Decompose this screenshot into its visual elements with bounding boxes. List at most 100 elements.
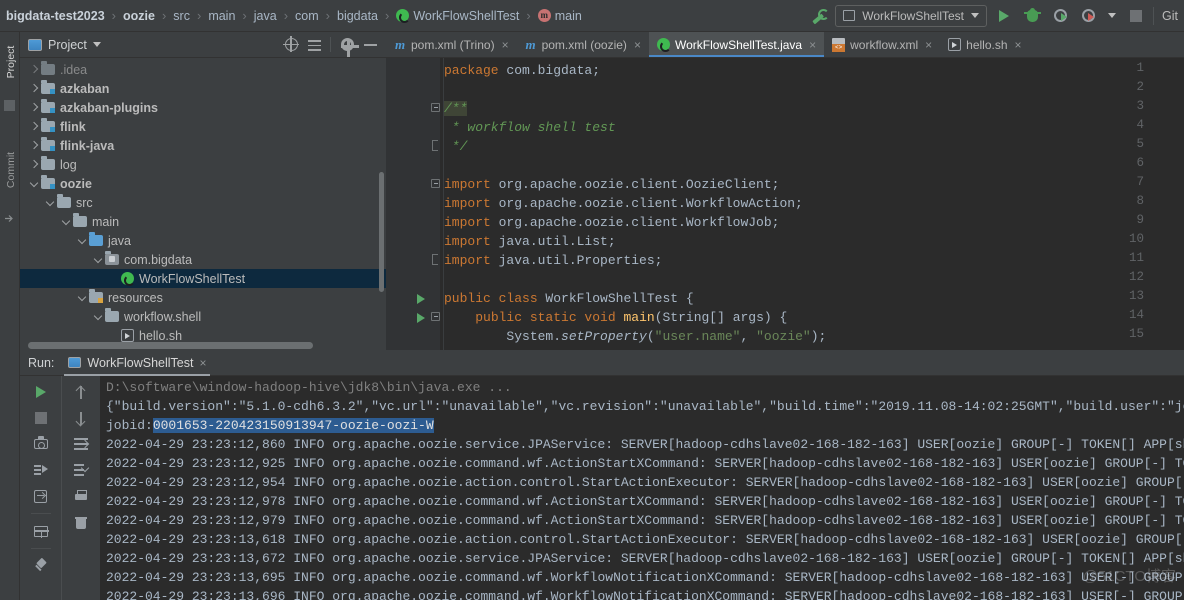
editor-tab-bar[interactable]: m pom.xml (Trino) × m pom.xml (oozie) × WorkFl…	[386, 32, 1184, 58]
clear-all-icon[interactable]	[68, 510, 94, 534]
print-icon[interactable]	[68, 484, 94, 508]
breadcrumb-item-java[interactable]: java	[252, 9, 279, 23]
editor-tab-workflow-xml[interactable]: workflow.xml ×	[824, 32, 940, 57]
console-line[interactable]: 2022-04-29 23:23:12,979 INFO org.apache.…	[106, 511, 1184, 530]
code-line[interactable]: */	[444, 137, 468, 156]
sidebar-item-commit[interactable]: Commit	[5, 143, 17, 197]
fold-collapse-icon[interactable]	[431, 103, 440, 112]
sidebar-item-project[interactable]: Project	[5, 35, 17, 89]
run-icon[interactable]	[28, 380, 54, 404]
chevron-right-icon[interactable]	[28, 64, 39, 75]
breadcrumb[interactable]: bigdata-test2023 › oozie › src › main › java › com…	[0, 0, 584, 31]
tree-item-com-bigdata[interactable]: com.bigdata	[20, 250, 386, 269]
tree-item-azkaban-plugins[interactable]: azkaban-plugins	[20, 98, 386, 117]
tree-item-resources[interactable]: resources	[20, 288, 386, 307]
breadcrumb-item-main[interactable]: m main	[536, 9, 584, 23]
tree-item-java[interactable]: java	[20, 231, 386, 250]
code-line[interactable]: import java.util.List;	[444, 232, 616, 251]
console-line[interactable]: 2022-04-29 23:23:13,695 INFO org.apache.…	[106, 568, 1184, 587]
close-icon[interactable]: ×	[1015, 38, 1022, 52]
code-line[interactable]: package com.bigdata;	[444, 61, 600, 80]
editor-tab-hello-sh[interactable]: hello.sh ×	[940, 32, 1029, 57]
console-line[interactable]: 2022-04-29 23:23:13,696 INFO org.apache.…	[106, 587, 1184, 600]
tree-item-main[interactable]: main	[20, 212, 386, 231]
tree-item-workflow-shell[interactable]: workflow.shell	[20, 307, 386, 326]
chevron-right-icon[interactable]	[28, 121, 39, 132]
chevron-down-icon[interactable]	[76, 292, 87, 303]
breadcrumb-item-src[interactable]: src	[171, 9, 192, 23]
code-line[interactable]: public class WorkFlowShellTest {	[444, 289, 694, 308]
run-icon[interactable]	[993, 5, 1015, 27]
scroll-up-icon[interactable]	[68, 380, 94, 404]
chevron-down-icon[interactable]	[92, 42, 101, 47]
breadcrumb-item-oozie[interactable]: oozie	[121, 9, 157, 23]
tree-item-log[interactable]: log	[20, 155, 386, 174]
chevron-right-icon[interactable]	[28, 159, 39, 170]
code-line[interactable]: import org.apache.oozie.client.WorkflowJ…	[444, 213, 779, 232]
console-selected-text[interactable]: 0001653-220423150913947-oozie-oozi-W	[152, 418, 434, 433]
camera-icon[interactable]	[28, 432, 54, 456]
breadcrumb-item-workflowshelltest[interactable]: WorkFlowShellTest	[394, 9, 521, 23]
profiler-icon[interactable]	[1077, 5, 1099, 27]
run-configuration-selector[interactable]: WorkFlowShellTest	[835, 4, 988, 27]
tree-item-azkaban[interactable]: azkaban	[20, 79, 386, 98]
tree-item-oozie[interactable]: oozie	[20, 174, 386, 193]
chevron-down-icon[interactable]	[44, 197, 55, 208]
console-line[interactable]: 2022-04-29 23:23:13,618 INFO org.apache.…	[106, 530, 1184, 549]
profiler-chevron-down-icon[interactable]	[1105, 5, 1119, 27]
code-line[interactable]: System.setProperty("user.name", "oozie")…	[444, 327, 826, 346]
breadcrumb-item-main[interactable]: main	[206, 9, 237, 23]
chevron-right-icon[interactable]	[28, 102, 39, 113]
locate-icon[interactable]	[281, 35, 301, 55]
breadcrumb-item-bigdata[interactable]: bigdata	[335, 9, 380, 23]
export-icon[interactable]	[28, 484, 54, 508]
code-line[interactable]: import java.util.Properties;	[444, 251, 662, 270]
chevron-down-icon[interactable]	[28, 178, 39, 189]
fold-collapse-icon[interactable]	[431, 179, 440, 188]
chevron-down-icon[interactable]	[60, 216, 71, 227]
pin-icon[interactable]	[28, 554, 54, 578]
hide-icon[interactable]	[360, 35, 380, 55]
close-icon[interactable]: ×	[199, 356, 206, 370]
stop-icon[interactable]	[28, 406, 54, 430]
breadcrumb-item-com[interactable]: com	[293, 9, 321, 23]
editor-gutter[interactable]	[386, 58, 440, 350]
breadcrumb-item-bigdata-test2023[interactable]: bigdata-test2023	[4, 9, 107, 23]
fold-collapse-icon[interactable]	[431, 312, 440, 321]
console-line[interactable]: 2022-04-29 23:23:12,860 INFO org.apache.…	[106, 435, 1184, 454]
console-output[interactable]: D:\software\window-hadoop-hive\jdk8\bin\…	[100, 376, 1184, 600]
code-line[interactable]: import org.apache.oozie.client.OozieClie…	[444, 175, 779, 194]
code-editor[interactable]: 1 package com.bigdata; 2 3 /** 4 * workflow s…	[386, 58, 1184, 350]
scroll-down-icon[interactable]	[68, 406, 94, 430]
chevron-down-icon[interactable]	[92, 311, 103, 322]
tree-item-flink[interactable]: flink	[20, 117, 386, 136]
code-line[interactable]: import org.apache.oozie.client.WorkflowA…	[444, 194, 803, 213]
close-icon[interactable]: ×	[925, 38, 932, 52]
editor-tab-pom-xml--oozie-[interactable]: m pom.xml (oozie) ×	[517, 32, 649, 57]
run-with-coverage-icon[interactable]	[1049, 5, 1071, 27]
code-line[interactable]: * workflow shell test	[444, 118, 616, 137]
collapse-all-icon[interactable]	[304, 35, 324, 55]
tree-item-src[interactable]: src	[20, 193, 386, 212]
console-line[interactable]: jobid:0001653-220423150913947-oozie-oozi…	[106, 416, 434, 435]
tree-item-workflowshelltest[interactable]: WorkFlowShellTest	[20, 269, 386, 288]
editor-tab-workflowshelltest-java[interactable]: WorkFlowShellTest.java ×	[648, 32, 825, 57]
close-icon[interactable]: ×	[502, 38, 509, 52]
console-line[interactable]: 2022-04-29 23:23:12,925 INFO org.apache.…	[106, 454, 1184, 473]
editor-tab-pom-xml--trino-[interactable]: m pom.xml (Trino) ×	[386, 32, 517, 57]
project-tree-vertical-scrollbar[interactable]	[379, 172, 384, 292]
debug-icon[interactable]	[1021, 5, 1043, 27]
run-tab-workflowshelltest[interactable]: WorkFlowShellTest ×	[64, 350, 211, 376]
stop-icon[interactable]	[1125, 5, 1147, 27]
tree-item-flink-java[interactable]: flink-java	[20, 136, 386, 155]
code-line[interactable]: /**	[444, 99, 468, 118]
soft-wrap-icon[interactable]	[68, 432, 94, 456]
console-line[interactable]: {"build.version":"5.1.0-cdh6.3.2","vc.ur…	[106, 397, 1184, 416]
chevron-down-icon[interactable]	[76, 235, 87, 246]
chevron-down-icon[interactable]	[92, 254, 103, 265]
commit-strip-icon[interactable]	[5, 210, 14, 222]
tree-item--idea[interactable]: .idea	[20, 60, 386, 79]
close-icon[interactable]: ×	[809, 38, 816, 52]
project-strip-icon[interactable]	[4, 100, 15, 111]
build-hammer-icon[interactable]	[807, 5, 830, 27]
